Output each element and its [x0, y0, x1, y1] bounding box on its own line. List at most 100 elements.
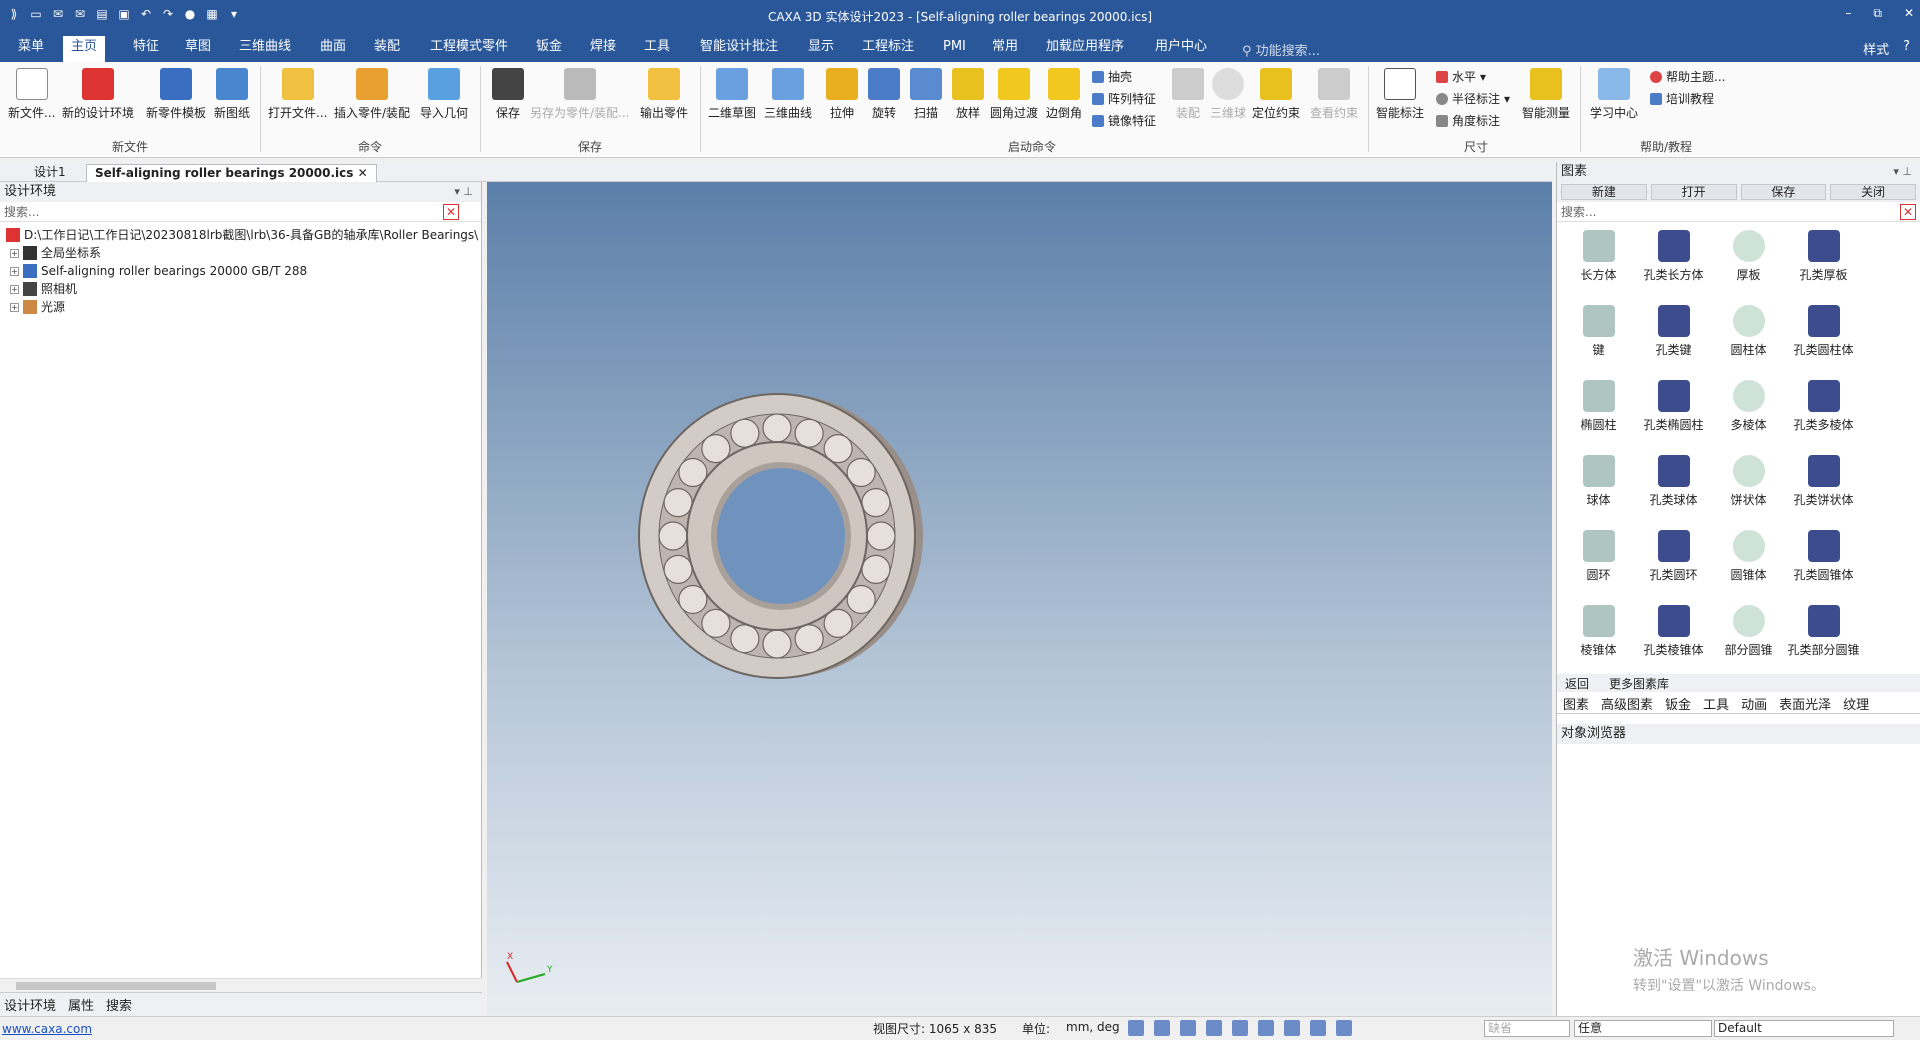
library-item[interactable]: 孔类圆锥体	[1786, 526, 1861, 595]
library-search-input[interactable]: 搜索... ✕	[1557, 202, 1920, 222]
function-search[interactable]: ⚲ 功能搜索...	[1242, 40, 1320, 59]
pattern-button[interactable]: 阵列特征	[1092, 90, 1156, 107]
library-item[interactable]: 部分圆锥	[1711, 601, 1786, 670]
library-item[interactable]: 孔类球体	[1636, 451, 1711, 520]
restore-button[interactable]: ⧉	[1873, 6, 1882, 21]
selection-combo[interactable]: 任意	[1574, 1020, 1712, 1037]
library-item[interactable]: 孔类多棱体	[1786, 376, 1861, 445]
lib-tab-sheet-metal[interactable]: 钣金	[1665, 694, 1691, 713]
tab-eng-part[interactable]: 工程模式零件	[422, 38, 516, 60]
lib-tab-advanced[interactable]: 高级图素	[1601, 694, 1653, 713]
tab-menu[interactable]: 菜单	[10, 38, 52, 60]
section-icon[interactable]	[1258, 1020, 1274, 1036]
extrude-button[interactable]: 拉伸	[826, 68, 858, 121]
help-icon[interactable]: ?	[1903, 39, 1910, 58]
style-menu[interactable]: 样式	[1863, 39, 1889, 58]
fillet-button[interactable]: 圆角过渡	[990, 68, 1038, 121]
tab-feature[interactable]: 特征	[125, 38, 167, 60]
library-save-button[interactable]: 保存	[1740, 184, 1827, 200]
library-item[interactable]: 圆柱体	[1711, 301, 1786, 370]
radius-dim-button[interactable]: 半径标注 ▾	[1436, 90, 1510, 107]
library-item[interactable]: 孔类椭圆柱	[1636, 376, 1711, 445]
tab-sketch[interactable]: 草图	[177, 38, 219, 60]
select-icon[interactable]	[1336, 1020, 1352, 1036]
tab-tools[interactable]: 工具	[636, 38, 678, 60]
library-new-button[interactable]: 新建	[1561, 184, 1647, 200]
tab-3d-curve[interactable]: 三维曲线	[231, 38, 299, 60]
library-item[interactable]: 孔类长方体	[1636, 226, 1711, 295]
horizontal-dim-button[interactable]: 水平 ▾	[1436, 68, 1486, 85]
render-icon[interactable]	[1206, 1020, 1222, 1036]
camera-icon[interactable]	[1310, 1020, 1326, 1036]
training-button[interactable]: 培训教程	[1650, 90, 1714, 107]
doc-tab-bearing[interactable]: Self-aligning roller bearings 20000.ics …	[86, 164, 377, 182]
tree-item-global-coords[interactable]: + 全局坐标系	[6, 244, 481, 262]
3d-viewport[interactable]: X Y	[487, 182, 1552, 1017]
export-part-button[interactable]: 输出零件	[640, 68, 688, 121]
close-tab-icon[interactable]: ✕	[358, 166, 368, 180]
open-file-button[interactable]: 打开文件...	[268, 68, 327, 121]
locate-constraint-button[interactable]: 定位约束	[1252, 68, 1300, 121]
angle-dim-button[interactable]: 角度标注	[1436, 112, 1500, 129]
library-item[interactable]: 球体	[1561, 451, 1636, 520]
lib-tab-tools[interactable]: 工具	[1703, 694, 1729, 713]
library-item[interactable]: 孔类棱锥体	[1636, 601, 1711, 670]
new-part-template-button[interactable]: 新零件模板	[146, 68, 206, 121]
library-item[interactable]: 键	[1561, 301, 1636, 370]
library-item[interactable]: 椭圆柱	[1561, 376, 1636, 445]
tab-user-center[interactable]: 用户中心	[1147, 38, 1215, 60]
library-item[interactable]: 圆锥体	[1711, 526, 1786, 595]
bearing-model[interactable]: X Y	[487, 182, 1552, 1017]
tree-item-bearing[interactable]: + Self-aligning roller bearings 20000 GB/…	[6, 262, 481, 280]
3d-curve-button[interactable]: 三维曲线	[764, 68, 812, 121]
library-back-button[interactable]: 返回	[1565, 675, 1589, 692]
tab-design-env[interactable]: 设计环境	[4, 995, 56, 1014]
library-item[interactable]: 孔类圆环	[1636, 526, 1711, 595]
help-topics-button[interactable]: 帮助主题...	[1650, 68, 1725, 85]
lib-tab-texture[interactable]: 纹理	[1843, 694, 1869, 713]
light-icon[interactable]	[1284, 1020, 1300, 1036]
zoom-fit-icon[interactable]	[1154, 1020, 1170, 1036]
tree-item-camera[interactable]: + 照相机	[6, 280, 481, 298]
new-file-button[interactable]: 新文件...	[8, 68, 55, 121]
lib-tab-shapes[interactable]: 图素	[1563, 694, 1589, 713]
lib-tab-gloss[interactable]: 表面光泽	[1779, 694, 1831, 713]
tab-properties[interactable]: 属性	[68, 995, 94, 1014]
revolve-button[interactable]: 旋转	[868, 68, 900, 121]
library-item[interactable]: 孔类圆柱体	[1786, 301, 1861, 370]
close-button[interactable]: ✕	[1904, 6, 1914, 21]
clear-search-icon[interactable]: ✕	[1900, 204, 1916, 220]
library-item[interactable]: 棱锥体	[1561, 601, 1636, 670]
mirror-button[interactable]: 镜像特征	[1092, 112, 1156, 129]
more-library-button[interactable]: 更多图素库	[1609, 675, 1669, 692]
horizontal-scrollbar[interactable]	[0, 978, 482, 992]
pin-icon[interactable]: ▾ ⊥	[454, 182, 473, 202]
library-open-button[interactable]: 打开	[1650, 184, 1737, 200]
new-drawing-button[interactable]: 新图纸	[214, 68, 250, 121]
expand-icon[interactable]: +	[10, 302, 19, 312]
library-item[interactable]: 圆环	[1561, 526, 1636, 595]
library-item[interactable]: 孔类键	[1636, 301, 1711, 370]
minimize-button[interactable]: –	[1845, 6, 1851, 21]
library-item[interactable]: 厚板	[1711, 226, 1786, 295]
clear-search-icon[interactable]: ✕	[443, 204, 459, 220]
sweep-button[interactable]: 扫描	[910, 68, 942, 121]
library-item[interactable]: 孔类厚板	[1786, 226, 1861, 295]
tab-display[interactable]: 显示	[800, 38, 842, 60]
2d-sketch-button[interactable]: 二维草图	[708, 68, 756, 121]
lib-tab-animation[interactable]: 动画	[1741, 694, 1767, 713]
library-close-button[interactable]: 关闭	[1830, 184, 1916, 200]
assembly-button[interactable]: 装配	[1172, 68, 1204, 121]
3d-ball-button[interactable]: 三维球	[1210, 68, 1246, 121]
view-constraint-button[interactable]: 查看约束	[1310, 68, 1358, 121]
pin-icon[interactable]: ▾ ⊥	[1893, 162, 1912, 182]
tree-item-light[interactable]: + 光源	[6, 298, 481, 316]
shell-button[interactable]: 抽壳	[1092, 68, 1132, 85]
tab-weld[interactable]: 焊接	[582, 38, 624, 60]
tab-surface[interactable]: 曲面	[312, 38, 354, 60]
tab-pmi[interactable]: PMI	[935, 38, 974, 60]
library-item[interactable]: 饼状体	[1711, 451, 1786, 520]
tab-smart-annot[interactable]: 智能设计批注	[692, 38, 786, 60]
library-item[interactable]: 孔类饼状体	[1786, 451, 1861, 520]
expand-icon[interactable]: +	[10, 266, 19, 276]
